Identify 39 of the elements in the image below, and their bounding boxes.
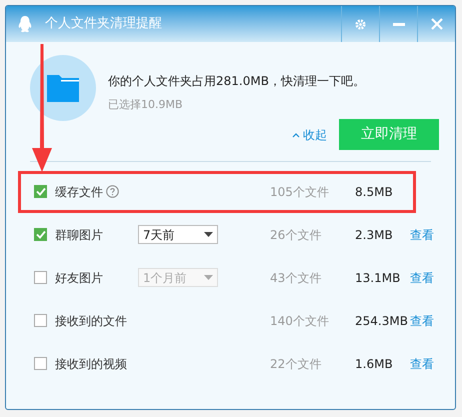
checkbox[interactable] xyxy=(34,314,47,327)
file-count: 26个文件 xyxy=(270,226,322,244)
caret-icon xyxy=(204,232,213,237)
view-link[interactable]: 查看 xyxy=(410,312,434,330)
chevron-up-icon xyxy=(292,132,300,138)
selected-size: 已选择10.9MB xyxy=(108,97,184,113)
item-label: 接收到的文件 xyxy=(55,312,127,330)
file-size: 8.5MB xyxy=(355,184,393,200)
close-icon xyxy=(430,18,442,30)
collapse-link[interactable]: 收起 xyxy=(292,126,327,144)
view-link[interactable]: 查看 xyxy=(410,268,434,286)
file-size: 2.3MB xyxy=(355,226,393,244)
file-size: 13.1MB xyxy=(355,270,400,286)
file-size: 254.3MB xyxy=(355,312,408,330)
file-count: 43个文件 xyxy=(270,270,322,286)
checkbox[interactable] xyxy=(34,357,47,370)
view-link[interactable]: 查看 xyxy=(410,354,434,372)
clean-now-button[interactable]: 立即清理 xyxy=(339,119,439,150)
minimize-icon xyxy=(392,22,404,26)
checkbox[interactable] xyxy=(34,228,47,241)
checkbox[interactable] xyxy=(34,271,47,284)
view-link[interactable]: 查看 xyxy=(410,226,434,244)
help-icon[interactable] xyxy=(106,185,119,198)
penguin-icon xyxy=(17,15,33,33)
item-label: 缓存文件 xyxy=(55,184,103,200)
item-label: 接收到的视频 xyxy=(55,356,127,372)
usage-message: 你的个人文件夹占用281.0MB，快清理一下吧。 xyxy=(108,73,365,90)
file-count: 140个文件 xyxy=(270,312,329,330)
gear-icon xyxy=(355,18,366,30)
item-label: 群聊图片 xyxy=(55,226,103,244)
window-title: 个人文件夹清理提醒 xyxy=(45,15,162,34)
caret-icon xyxy=(204,275,213,280)
file-count: 22个文件 xyxy=(270,356,322,372)
item-label: 好友图片 xyxy=(55,270,103,286)
time-dropdown[interactable]: 7天前 xyxy=(138,225,218,244)
folder-icon xyxy=(47,74,79,102)
file-size: 1.6MB xyxy=(355,356,393,372)
file-count: 105个文件 xyxy=(270,184,329,200)
checkbox[interactable] xyxy=(34,185,47,198)
